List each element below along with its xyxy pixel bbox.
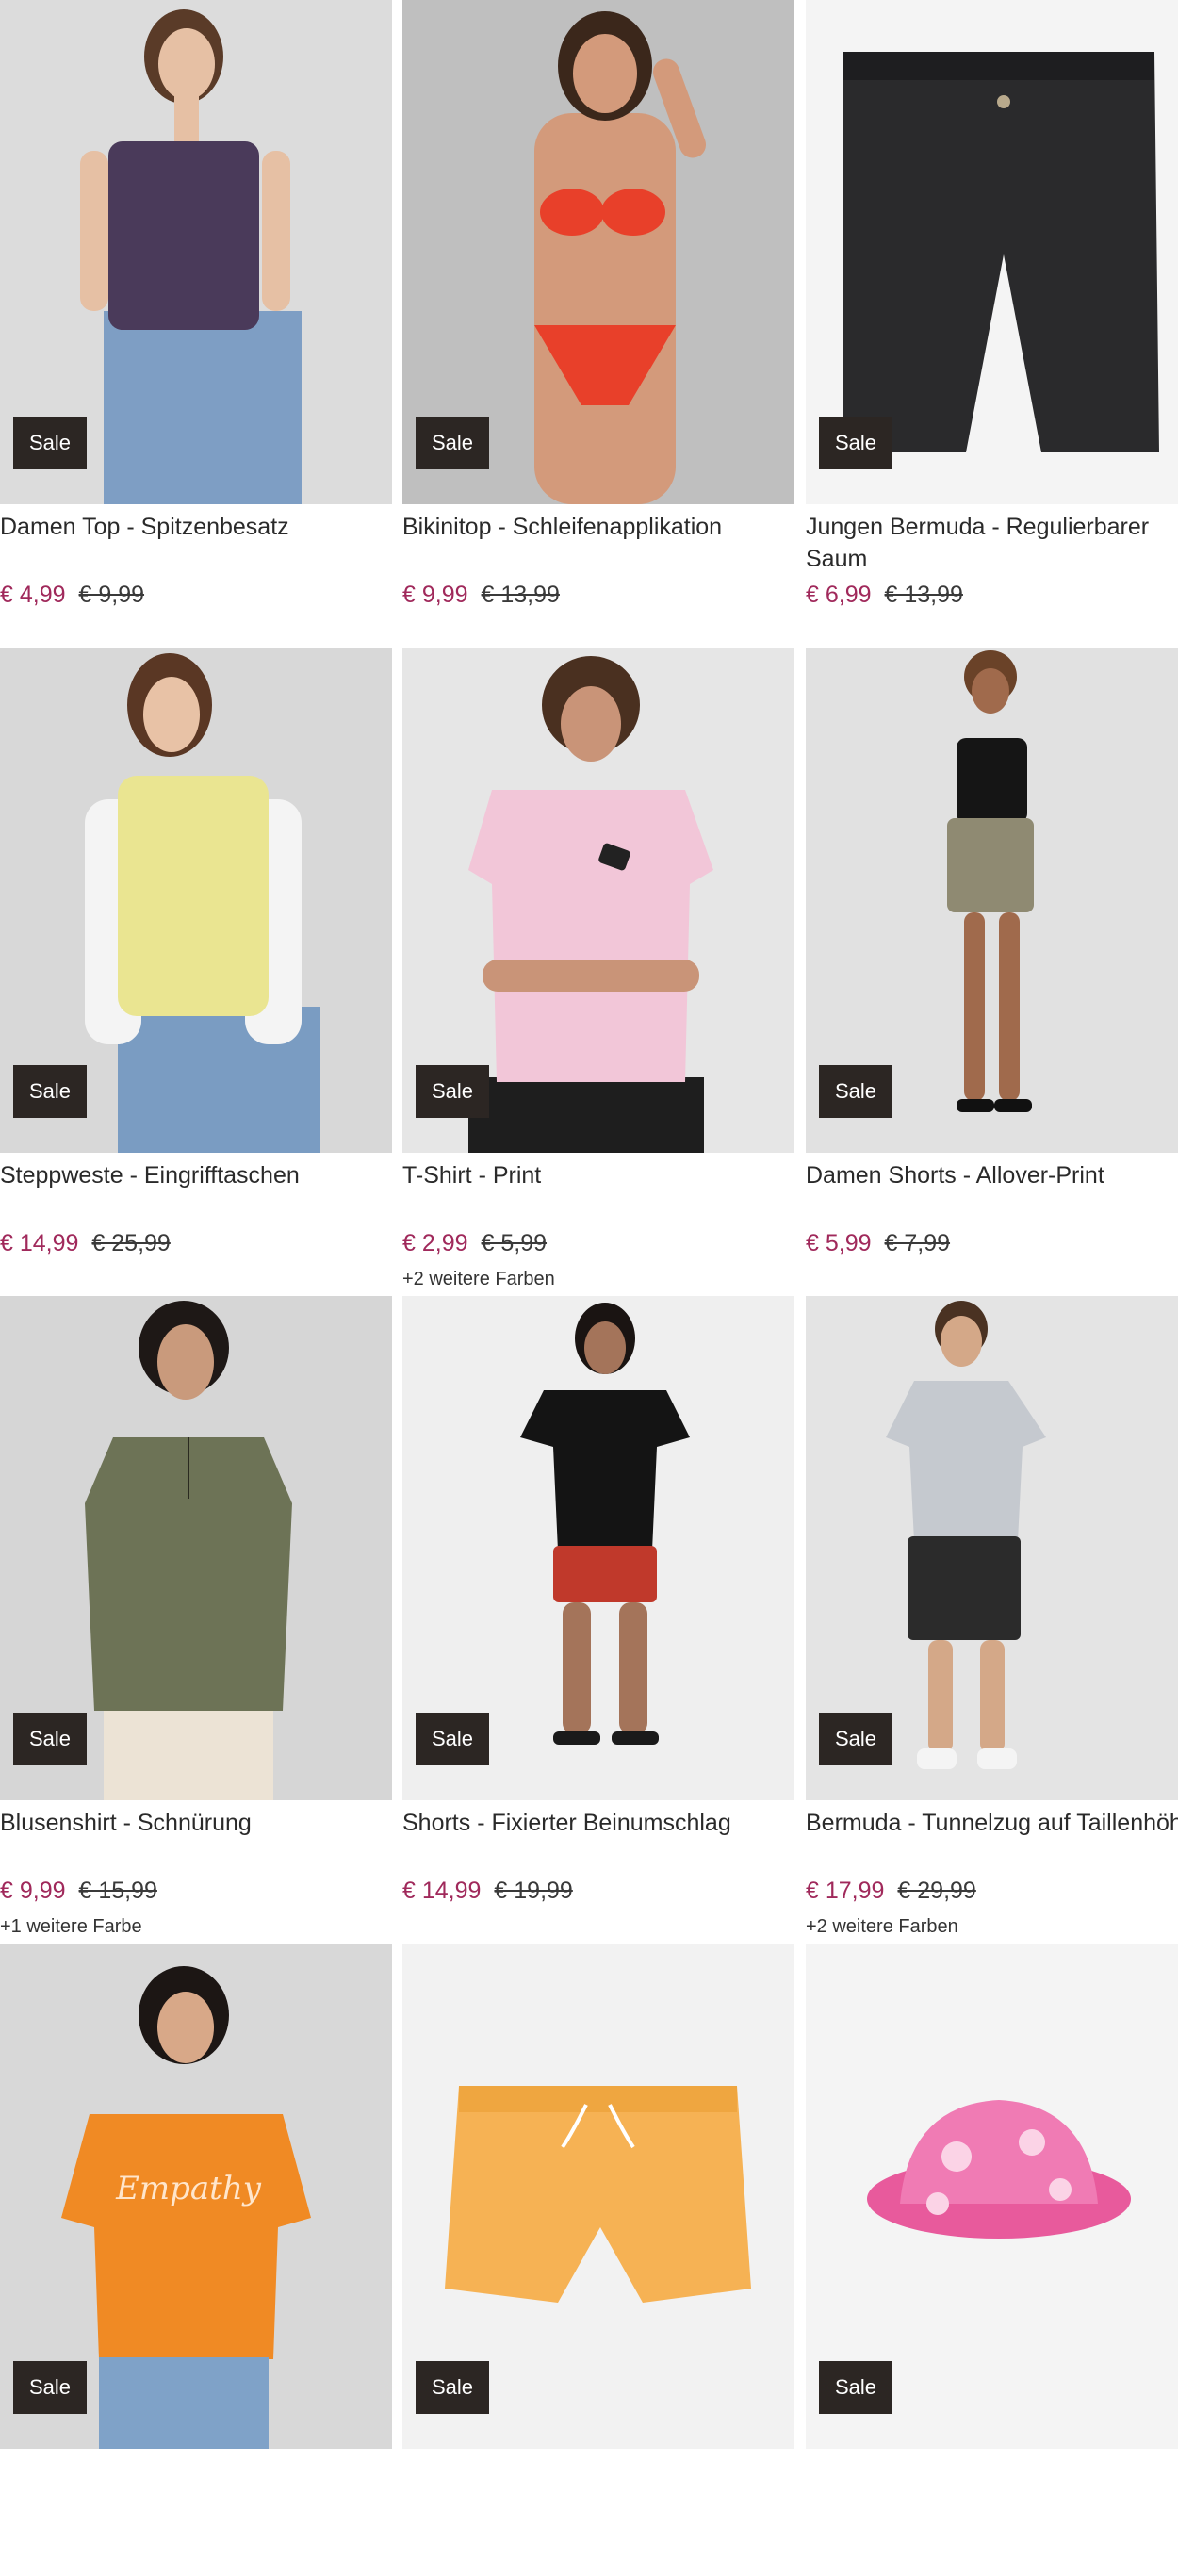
- product-image[interactable]: Sale: [0, 648, 392, 1153]
- sale-price: € 14,99: [402, 1878, 482, 1904]
- original-price: € 19,99: [494, 1878, 573, 1904]
- sale-price: € 6,99: [806, 582, 872, 608]
- product-image[interactable]: Sale: [806, 0, 1178, 504]
- original-price: € 9,99: [78, 582, 145, 608]
- more-colors-note: +2 weitere Farben: [402, 1269, 555, 1289]
- price-row: [402, 2523, 416, 2555]
- product-title[interactable]: Shorts - Fixierter Beinumschlag: [402, 1807, 794, 1839]
- product-title[interactable]: Damen Shorts - Allover-Print: [806, 1159, 1178, 1191]
- price-row: € 2,99 € 5,99: [402, 1227, 547, 1259]
- sale-badge: Sale: [416, 2361, 489, 2414]
- sale-price: € 14,99: [0, 1230, 79, 1256]
- original-price: € 7,99: [884, 1230, 951, 1256]
- svg-text:Empathy: Empathy: [115, 2170, 262, 2207]
- product-image[interactable]: Sale: [0, 0, 392, 504]
- sale-badge: Sale: [819, 1065, 892, 1118]
- product-title[interactable]: Jungen Bermuda - Regulierbarer Saum: [806, 511, 1178, 575]
- product-card[interactable]: Sale Damen Shorts - Allover-Print € 5,99…: [806, 648, 1178, 1280]
- price-row: € 6,99 € 13,99: [806, 579, 963, 611]
- price-row: € 5,99 € 7,99: [806, 1227, 950, 1259]
- product-card[interactable]: Sale Bermuda - Tunnelzug auf Taillenhöhe…: [806, 1296, 1178, 1937]
- price-row: € 9,99 € 13,99: [402, 579, 560, 611]
- price-row: € 14,99 € 19,99: [402, 1875, 573, 1907]
- product-card[interactable]: Sale Shorts - Fixierter Beinumschlag € 1…: [402, 1296, 794, 1928]
- sale-badge: Sale: [416, 1713, 489, 1765]
- product-card[interactable]: Empathy Sale: [0, 1944, 392, 2576]
- product-title[interactable]: Bikinitop - Schleifenapplikation: [402, 511, 794, 543]
- product-card[interactable]: Sale: [806, 1944, 1178, 2576]
- sale-price: € 9,99: [0, 1878, 66, 1904]
- product-card[interactable]: Sale Bikinitop - Schleifenapplikation € …: [402, 0, 794, 632]
- product-image[interactable]: Sale: [806, 1296, 1178, 1800]
- price-row: [806, 2523, 819, 2555]
- product-card[interactable]: Sale Damen Top - Spitzenbesatz € 4,99 € 9…: [0, 0, 392, 632]
- sale-badge: Sale: [416, 1065, 489, 1118]
- product-card[interactable]: Sale Blusenshirt - Schnürung € 9,99 € 15,…: [0, 1296, 392, 1937]
- sale-badge: Sale: [819, 2361, 892, 2414]
- sale-badge: Sale: [13, 417, 87, 469]
- sale-badge: Sale: [13, 1713, 87, 1765]
- product-image[interactable]: Sale: [402, 648, 794, 1153]
- sale-price: € 2,99: [402, 1230, 468, 1256]
- original-price: € 13,99: [481, 582, 560, 608]
- price-row: € 14,99 € 25,99: [0, 1227, 171, 1259]
- price-row: € 4,99 € 9,99: [0, 579, 144, 611]
- sale-badge: Sale: [416, 417, 489, 469]
- product-image[interactable]: Sale: [806, 1944, 1178, 2449]
- original-price: € 5,99: [481, 1230, 548, 1256]
- price-row: [0, 2523, 13, 2555]
- price-row: € 17,99 € 29,99: [806, 1875, 976, 1907]
- product-title[interactable]: Bermuda - Tunnelzug auf Taillenhöhe: [806, 1807, 1178, 1839]
- more-colors-note: +2 weitere Farben: [806, 1916, 958, 1937]
- product-image[interactable]: Empathy Sale: [0, 1944, 392, 2449]
- sale-badge: Sale: [13, 2361, 87, 2414]
- product-image[interactable]: Sale: [402, 1296, 794, 1800]
- product-title[interactable]: Blusenshirt - Schnürung: [0, 1807, 392, 1839]
- product-image[interactable]: Sale: [402, 1944, 794, 2449]
- sale-badge: Sale: [13, 1065, 87, 1118]
- original-price: € 13,99: [884, 582, 963, 608]
- sale-price: € 17,99: [806, 1878, 885, 1904]
- price-row: € 9,99 € 15,99: [0, 1875, 157, 1907]
- product-card[interactable]: Sale Steppweste - Eingrifftaschen € 14,9…: [0, 648, 392, 1280]
- sale-badge: Sale: [819, 417, 892, 469]
- product-title[interactable]: Steppweste - Eingrifftaschen: [0, 1159, 392, 1191]
- product-grid: Sale Damen Top - Spitzenbesatz € 4,99 € 9…: [0, 0, 1178, 2449]
- product-card[interactable]: Sale Jungen Bermuda - Regulierbarer Saum…: [806, 0, 1178, 632]
- product-title[interactable]: T-Shirt - Print: [402, 1159, 794, 1191]
- product-image[interactable]: Sale: [0, 1296, 392, 1800]
- original-price: € 29,99: [897, 1878, 976, 1904]
- product-image[interactable]: Sale: [402, 0, 794, 504]
- product-card[interactable]: Sale: [402, 1944, 794, 2576]
- sale-badge: Sale: [819, 1713, 892, 1765]
- sale-price: € 5,99: [806, 1230, 872, 1256]
- more-colors-note: +1 weitere Farbe: [0, 1916, 142, 1937]
- original-price: € 15,99: [78, 1878, 157, 1904]
- original-price: € 25,99: [91, 1230, 171, 1256]
- product-title[interactable]: Damen Top - Spitzenbesatz: [0, 511, 392, 543]
- product-image[interactable]: Sale: [806, 648, 1178, 1153]
- sale-price: € 9,99: [402, 582, 468, 608]
- product-card[interactable]: Sale T-Shirt - Print € 2,99 € 5,99 +2 wei…: [402, 648, 794, 1289]
- sale-price: € 4,99: [0, 582, 66, 608]
